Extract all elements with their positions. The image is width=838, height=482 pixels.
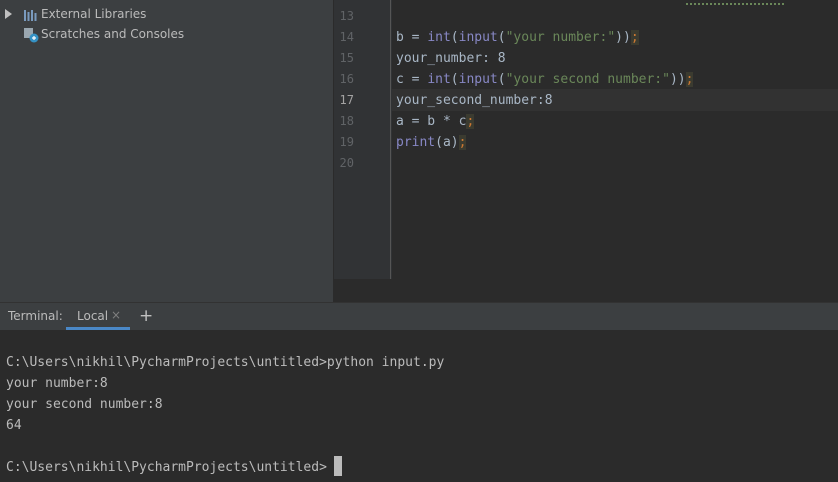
code-token: (a) — [435, 135, 459, 150]
code-token: c = — [396, 72, 428, 87]
code-token: b = — [396, 30, 428, 45]
code-token: your_second_number:8 — [396, 93, 553, 108]
terminal-title: Terminal: — [8, 309, 63, 323]
editor-bottom-area — [334, 279, 838, 302]
expand-arrow-icon[interactable] — [5, 9, 12, 19]
tree-item-label: External Libraries — [41, 7, 147, 21]
project-tool-window: External Libraries Scratches and Console… — [0, 0, 333, 302]
warning-underline — [686, 1, 784, 5]
library-icon — [23, 7, 37, 21]
code-token: ( — [450, 72, 459, 87]
code-line[interactable]: print(a); — [396, 132, 467, 153]
code-token: print — [396, 135, 436, 150]
line-number: 15 — [339, 51, 354, 65]
code-token: ( — [450, 30, 459, 45]
code-line[interactable]: your_number: 8 — [396, 48, 506, 69]
terminal-line: C:\Users\nikhil\PycharmProjects\untitled… — [6, 355, 445, 370]
code-token: input — [458, 30, 498, 45]
terminal-header: Terminal: Local × + — [0, 302, 838, 331]
line-number: 16 — [339, 72, 354, 86]
terminal-line: your number:8 — [6, 376, 108, 391]
code-line[interactable]: c = int(input("your second number:")); — [396, 69, 694, 90]
tree-item-label: Scratches and Consoles — [41, 27, 185, 41]
terminal-line: 64 — [6, 418, 22, 433]
tab-local[interactable]: Local × — [66, 303, 130, 330]
line-number: 13 — [339, 9, 354, 23]
line-number: 17 — [339, 93, 354, 107]
code-token: ; — [458, 135, 467, 150]
code-token: )) — [669, 72, 686, 87]
scratches-icon — [23, 27, 39, 43]
code-token: ; — [685, 72, 694, 87]
code-token: input — [458, 72, 498, 87]
code-token: int — [427, 72, 451, 87]
code-line[interactable]: a = b * c; — [396, 111, 475, 132]
tab-label: Local — [77, 309, 109, 323]
terminal-line: your second number:8 — [6, 397, 163, 412]
code-token: int — [427, 30, 451, 45]
tree-item-scratches[interactable]: Scratches and Consoles — [0, 24, 333, 44]
code-token: ; — [466, 114, 475, 129]
tree-item-external-libraries[interactable]: External Libraries — [0, 4, 333, 24]
code-token: ( — [497, 72, 506, 87]
code-token: your_number: 8 — [396, 51, 506, 66]
terminal-cursor — [334, 456, 342, 476]
close-icon[interactable]: × — [111, 308, 121, 322]
code-token: ; — [630, 30, 639, 45]
code-line[interactable]: b = int(input("your number:")); — [396, 27, 639, 48]
gutter-divider — [390, 0, 391, 279]
code-line[interactable]: your_second_number:8 — [396, 90, 553, 111]
line-number: 20 — [339, 156, 354, 170]
code-token: "your number:" — [505, 30, 616, 45]
code-token: "your second number:" — [505, 72, 670, 87]
add-terminal-button[interactable]: + — [139, 306, 153, 326]
terminal-line: C:\Users\nikhil\PycharmProjects\untitled… — [6, 460, 327, 475]
code-token: a = b * c — [396, 114, 467, 129]
line-number: 14 — [339, 30, 354, 44]
line-number: 18 — [339, 114, 354, 128]
line-number: 19 — [339, 135, 354, 149]
code-token: )) — [615, 30, 631, 45]
code-token: ( — [497, 30, 506, 45]
